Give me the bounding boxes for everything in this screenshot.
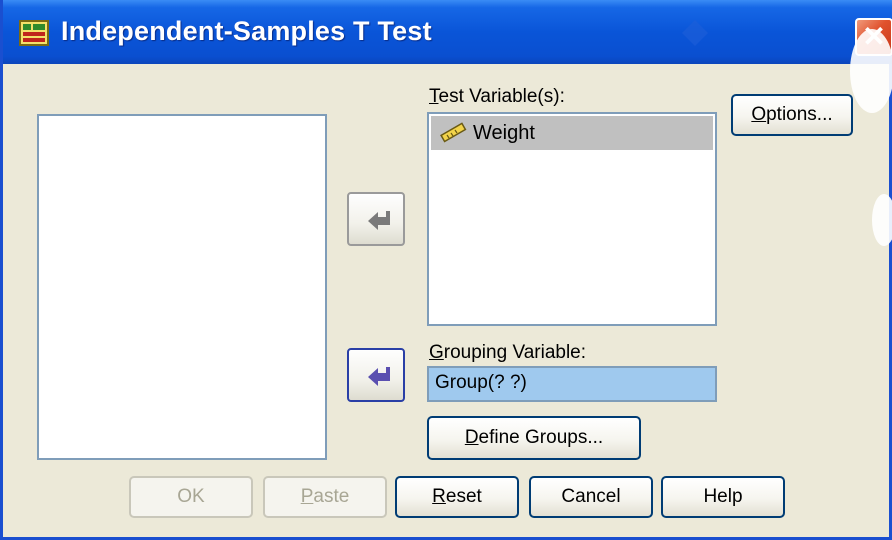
watermark-shape <box>872 194 892 246</box>
spss-dialog-icon <box>19 20 49 46</box>
list-item[interactable]: Weight <box>431 116 713 150</box>
arrow-left-bent-icon <box>368 367 390 386</box>
move-to-grouping-variable-button[interactable] <box>347 348 405 402</box>
test-variables-list[interactable]: Weight <box>427 112 717 326</box>
ruler-scale-icon <box>440 122 467 143</box>
ok-button[interactable]: OK <box>129 476 253 518</box>
watermark-shape <box>850 29 892 113</box>
grouping-variable-field[interactable]: Group(? ?) <box>427 366 717 402</box>
title-bar[interactable]: Independent-Samples T Test ✕ <box>3 0 892 64</box>
grouping-variable-label: Grouping Variable: <box>429 342 587 363</box>
test-variables-label: Test Variable(s): <box>429 86 565 107</box>
help-button[interactable]: Help <box>661 476 785 518</box>
define-groups-button[interactable]: Define Groups... <box>427 416 641 460</box>
arrow-left-bent-icon <box>368 211 390 230</box>
options-button[interactable]: Options... <box>731 94 853 136</box>
reset-button[interactable]: Reset <box>395 476 519 518</box>
window-title: Independent-Samples T Test <box>61 16 432 46</box>
variable-label: Weight <box>473 122 535 144</box>
paste-button[interactable]: Paste <box>263 476 387 518</box>
cancel-button[interactable]: Cancel <box>529 476 653 518</box>
dialog-window: Independent-Samples T Test ✕ Test Variab… <box>0 0 892 540</box>
move-to-test-variable-button[interactable] <box>347 192 405 246</box>
source-variable-list[interactable] <box>37 114 327 460</box>
watermark-shape <box>682 20 708 46</box>
